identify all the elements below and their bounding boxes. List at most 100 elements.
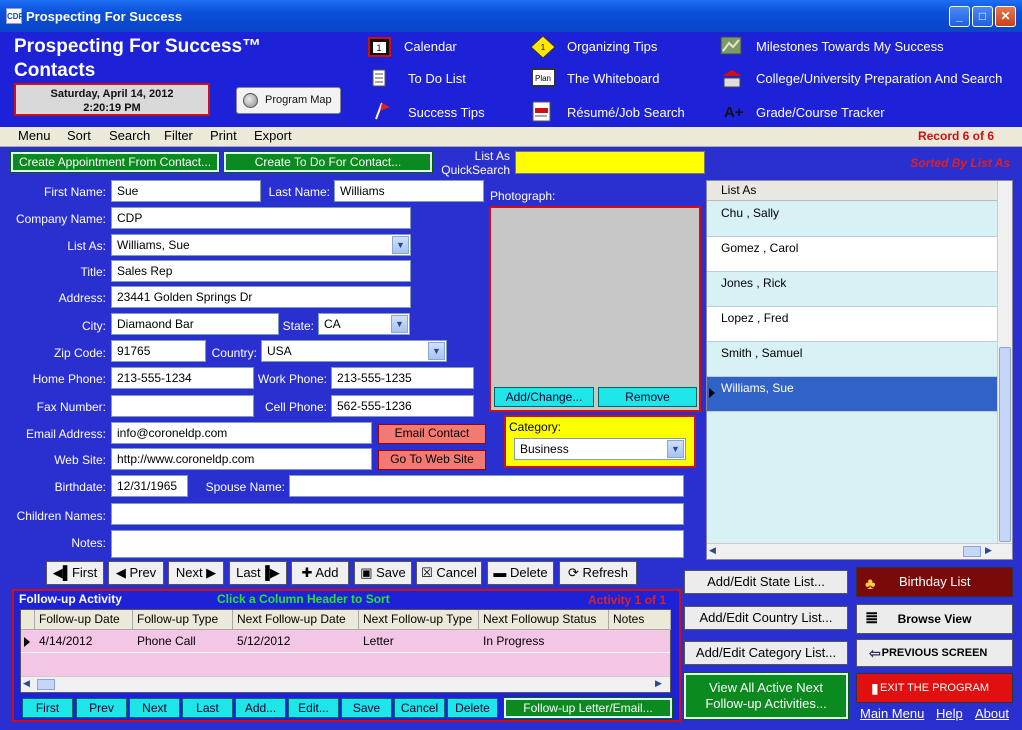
scroll-left-icon[interactable]: ◀ [23,678,30,689]
state-select[interactable]: CA ▼ [318,313,410,335]
birthday-list-button[interactable]: ♣ Birthday List [856,567,1013,597]
title-field[interactable]: Sales Rep [111,260,411,282]
prev-record-button[interactable]: ◀ Prev [108,561,164,585]
followup-prev-button[interactable]: Prev [76,698,127,718]
last-record-button[interactable]: Last▐▶ [229,561,287,585]
followup-add-button[interactable]: Add... [235,698,286,718]
nav-calendar[interactable]: Calendar [404,39,457,54]
list-vertical-scrollbar[interactable] [997,181,1012,543]
menu-export[interactable]: Export [254,128,292,143]
chevron-down-icon[interactable]: ▼ [391,315,408,333]
nav-college-preparation[interactable]: College/University Preparation And Searc… [756,71,1002,86]
company-field[interactable]: CDP [111,207,411,229]
contact-list-item-selected[interactable]: Williams, Sue [707,377,997,412]
country-select[interactable]: USA ▼ [261,340,447,362]
scroll-right-icon[interactable]: ▶ [985,545,992,556]
add-record-button[interactable]: ✚ Add [291,561,349,585]
list-as-select[interactable]: Williams, Sue ▼ [111,234,411,256]
followup-cancel-button[interactable]: Cancel [394,698,445,718]
nav-success-tips[interactable]: Success Tips [408,105,485,120]
address-field[interactable]: 23441 Golden Springs Dr [111,286,411,308]
column-header-followup-date[interactable]: Follow-up Date [35,610,133,630]
table-cell[interactable]: In Progress [479,631,544,653]
first-name-field[interactable]: Sue [111,180,261,202]
menu-print[interactable]: Print [210,128,237,143]
birthdate-field[interactable]: 12/31/1965 [111,475,188,497]
contact-list-item[interactable]: Chu , Sally [707,202,997,237]
browse-view-button[interactable]: ≣ Browse View [856,604,1013,634]
nav-resume-job-search[interactable]: Résumé/Job Search [567,105,685,120]
table-cell[interactable]: Phone Call [133,631,196,653]
create-appointment-button[interactable]: Create Appointment From Contact... [10,151,220,173]
contact-list-item[interactable]: Smith , Samuel [707,342,997,377]
next-record-button[interactable]: Next ▶ [168,561,224,585]
chevron-down-icon[interactable]: ▼ [428,342,445,360]
first-record-button[interactable]: ◀▌First [46,561,104,585]
program-map-button[interactable]: Program Map [236,87,341,114]
contact-list-header[interactable]: List As [707,181,1012,201]
nav-whiteboard[interactable]: The Whiteboard [567,71,660,86]
email-contact-button[interactable]: Email Contact [378,424,486,444]
nav-todo-list[interactable]: To Do List [408,71,466,86]
contact-list-item[interactable]: Jones , Rick [707,272,997,307]
cell-phone-field[interactable]: 562-555-1236 [331,395,474,417]
scroll-left-icon[interactable]: ◀ [709,545,716,556]
column-header-next-followup-type[interactable]: Next Follow-up Type [359,610,479,630]
chevron-down-icon[interactable]: ▼ [667,440,684,458]
create-todo-button[interactable]: Create To Do For Contact... [223,151,433,173]
previous-screen-button[interactable]: ⇦ PREVIOUS SCREEN [856,639,1013,667]
nav-milestones[interactable]: Milestones Towards My Success [756,39,944,54]
go-to-web-site-button[interactable]: Go To Web Site [378,450,486,470]
edit-category-list-button[interactable]: Add/Edit Category List... [684,641,848,665]
followup-next-button[interactable]: Next [129,698,180,718]
followup-last-button[interactable]: Last [182,698,233,718]
column-header-notes[interactable]: Notes [609,610,671,630]
notes-field[interactable] [111,530,684,558]
close-icon[interactable]: ✕ [995,6,1016,27]
home-phone-field[interactable]: 213-555-1234 [111,367,254,389]
menu-sort[interactable]: Sort [67,128,91,143]
category-select[interactable]: Business ▼ [514,438,686,460]
work-phone-field[interactable]: 213-555-1235 [331,367,474,389]
title-bar[interactable]: CDP Prospecting For Success _ □ ✕ [0,0,1022,32]
main-menu-link[interactable]: Main Menu [860,706,924,721]
photo-add-change-button[interactable]: Add/Change... [494,387,594,407]
followup-hscrollbar[interactable]: ◀ ▶ [21,676,670,692]
contact-list-item[interactable]: Gomez , Carol [707,237,997,272]
last-name-field[interactable]: Williams [334,180,484,202]
list-hscroll-thumb[interactable] [963,546,981,557]
minimize-icon[interactable]: _ [949,6,970,27]
fax-field[interactable] [111,395,254,417]
photo-remove-button[interactable]: Remove [598,387,697,407]
column-header-followup-type[interactable]: Follow-up Type [133,610,233,630]
followup-edit-button[interactable]: Edit... [288,698,339,718]
menu-search[interactable]: Search [109,128,150,143]
followup-save-button[interactable]: Save [341,698,392,718]
followup-first-button[interactable]: First [22,698,73,718]
spouse-field[interactable] [289,475,684,497]
table-cell[interactable] [609,631,613,653]
edit-country-list-button[interactable]: Add/Edit Country List... [684,606,848,630]
zip-field[interactable]: 91765 [111,340,206,362]
maximize-icon[interactable]: □ [972,6,993,27]
table-cell[interactable]: 4/14/2012 [35,631,92,653]
menu-filter[interactable]: Filter [164,128,193,143]
help-link[interactable]: Help [936,706,963,721]
refresh-button[interactable]: ⟳ Refresh [559,561,637,585]
table-cell[interactable]: Letter [359,631,394,653]
chevron-down-icon[interactable]: ▼ [392,236,409,254]
quicksearch-input[interactable] [515,151,705,174]
followup-delete-button[interactable]: Delete [447,698,498,718]
email-field[interactable]: info@coroneldp.com [111,422,372,444]
nav-organizing-tips[interactable]: Organizing Tips [567,39,657,54]
column-header-next-followup-date[interactable]: Next Follow-up Date [233,610,359,630]
exit-program-button[interactable]: ▮ EXIT THE PROGRAM [856,673,1013,703]
list-scroll-thumb[interactable] [999,347,1011,542]
delete-record-button[interactable]: ▬ Delete [487,561,554,585]
scroll-right-icon[interactable]: ▶ [655,678,662,689]
nav-grade-tracker[interactable]: Grade/Course Tracker [756,105,885,120]
about-link[interactable]: About [975,706,1009,721]
save-record-button[interactable]: ▣ Save [354,561,412,585]
children-field[interactable] [111,503,684,525]
city-field[interactable]: Diamaond Bar [111,313,279,335]
